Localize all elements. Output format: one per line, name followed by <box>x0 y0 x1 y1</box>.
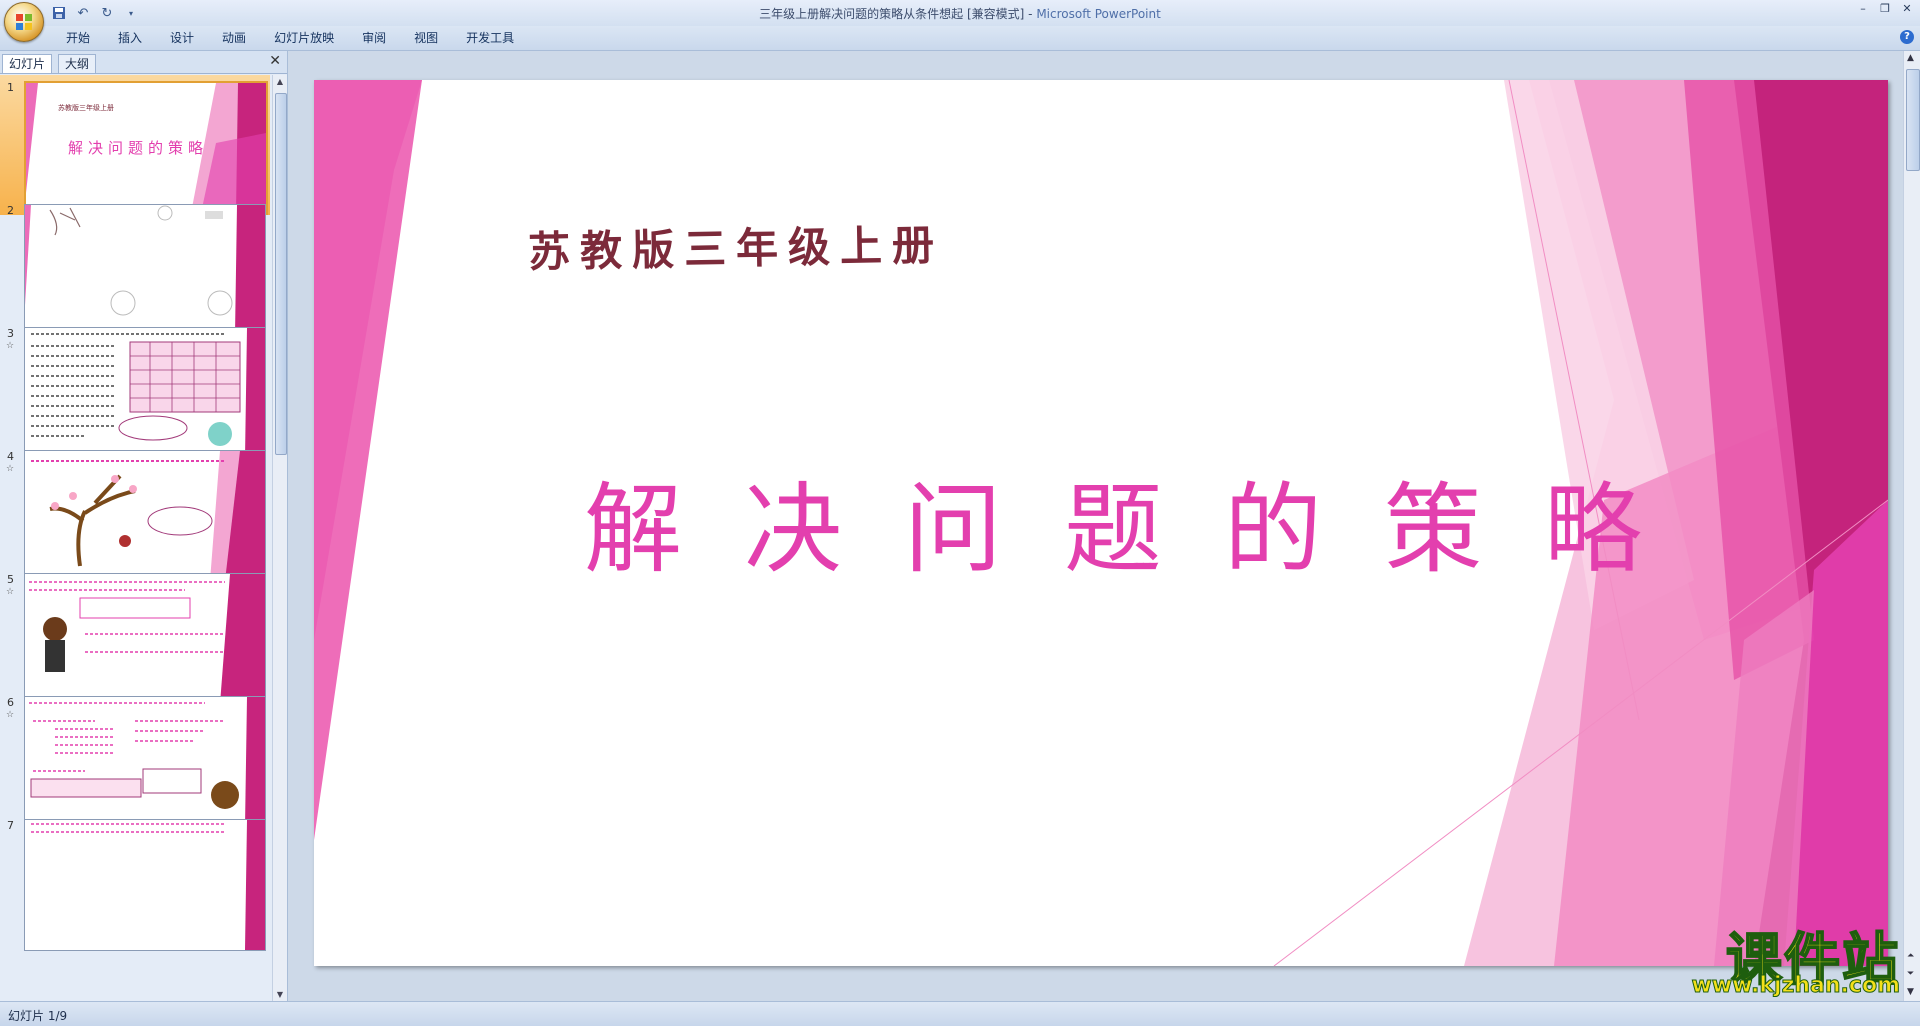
tab-insert[interactable]: 插入 <box>104 30 156 46</box>
thumbnail-graphic <box>25 451 265 581</box>
slide-title[interactable]: 解决问题的策略 <box>584 450 1704 592</box>
tab-view[interactable]: 视图 <box>400 30 452 46</box>
tab-review[interactable]: 审阅 <box>348 30 400 46</box>
thumbnail-row[interactable]: 6 ☆ <box>0 690 270 830</box>
ribbon-tab-bar: 开始 插入 设计 动画 幻灯片放映 审阅 视图 开发工具 ? <box>0 26 1920 51</box>
current-slide[interactable]: 苏教版三年级上册 解决问题的策略 <box>314 80 1888 966</box>
thumbnail-graphic <box>25 820 265 950</box>
tab-design[interactable]: 设计 <box>156 30 208 46</box>
thumbnail-number: 2 <box>7 204 14 217</box>
thumbnail-graphic: 苏教版三年级上册 解决问题的策略 <box>26 83 266 213</box>
panel-close-icon[interactable]: ✕ <box>269 53 281 69</box>
scroll-down-icon[interactable]: ▼ <box>1907 987 1914 997</box>
help-icon[interactable]: ? <box>1900 30 1914 44</box>
office-logo-icon <box>16 14 32 30</box>
animation-icon: ☆ <box>6 710 15 720</box>
slide-subtitle[interactable]: 苏教版三年级上册 <box>527 211 945 279</box>
thumbnail-number: 7 <box>7 819 14 832</box>
thumbnail-number: 6 <box>7 696 14 709</box>
thumbnail-subtitle: 苏教版三年级上册 <box>58 103 114 112</box>
slides-panel: 幻灯片 大纲 ✕ 1 苏教版三年级上册 解决问题的策略 2 3 ☆ 4 ☆ 5 … <box>0 51 288 1001</box>
window-title: 三年级上册解决问题的策略从条件想起 [兼容模式] - Microsoft Pow… <box>0 5 1920 22</box>
watermark-url: www.kjzhan.com <box>1691 973 1901 999</box>
slide-thumbnail[interactable] <box>24 204 266 336</box>
tab-outline[interactable]: 大纲 <box>58 54 97 73</box>
scroll-down-icon[interactable]: ▼ <box>275 990 285 999</box>
document-title: 三年级上册解决问题的策略从条件想起 [兼容模式] - <box>759 7 1037 21</box>
slide-thumbnail[interactable] <box>24 327 266 459</box>
tab-developer[interactable]: 开发工具 <box>452 30 528 46</box>
thumbnail-row[interactable]: 1 苏教版三年级上册 解决问题的策略 <box>0 75 270 215</box>
slide-scrollbar[interactable]: ▲ ⏶ ⏷ ▼ <box>1903 51 1920 1001</box>
thumbnail-number: 3 <box>7 327 14 340</box>
tab-slides[interactable]: 幻灯片 <box>2 54 53 73</box>
slide-counter: 幻灯片 1/9 <box>8 1009 68 1023</box>
thumbnail-row[interactable]: 2 <box>0 198 270 338</box>
animation-icon: ☆ <box>6 464 15 474</box>
office-button[interactable] <box>4 2 44 42</box>
panel-scrollbar[interactable]: ▲ ▼ <box>272 75 287 1001</box>
slide-thumbnail[interactable] <box>24 819 266 951</box>
panel-tabs: 幻灯片 大纲 ✕ <box>0 51 287 74</box>
next-slide-icon[interactable]: ⏷ <box>1907 969 1914 979</box>
slide-thumbnail[interactable]: 苏教版三年级上册 解决问题的策略 <box>24 81 268 215</box>
slide-thumbnail[interactable] <box>24 573 266 705</box>
tab-animations[interactable]: 动画 <box>208 30 260 46</box>
scrollbar-thumb[interactable] <box>275 93 287 455</box>
app-name: Microsoft PowerPoint <box>1036 7 1161 21</box>
thumbnail-number: 4 <box>7 450 14 463</box>
thumbnail-number: 1 <box>7 81 14 94</box>
minimize-button[interactable]: – <box>1856 2 1870 15</box>
animation-icon: ☆ <box>6 341 15 351</box>
thumbnail-graphic <box>25 205 265 335</box>
slide-thumbnail[interactable] <box>24 696 266 828</box>
thumbnail-graphic <box>25 574 265 704</box>
thumbnail-title: 解决问题的策略 <box>68 139 208 157</box>
scroll-up-icon[interactable]: ▲ <box>275 77 285 86</box>
thumbnail-row[interactable]: 7 <box>0 813 270 953</box>
restore-button[interactable]: ❐ <box>1878 2 1892 15</box>
previous-slide-icon[interactable]: ⏶ <box>1907 951 1914 961</box>
close-button[interactable]: ✕ <box>1900 2 1914 15</box>
title-bar: ↶ ↻ ▾ 三年级上册解决问题的策略从条件想起 [兼容模式] - Microso… <box>0 0 1920 42</box>
thumbnail-graphic <box>25 328 265 458</box>
slide-thumbnail[interactable] <box>24 450 266 582</box>
animation-icon: ☆ <box>6 587 15 597</box>
scroll-up-icon[interactable]: ▲ <box>1907 53 1914 63</box>
thumbnail-number: 5 <box>7 573 14 586</box>
scrollbar-thumb[interactable] <box>1906 69 1920 171</box>
tab-slide-show[interactable]: 幻灯片放映 <box>260 30 348 46</box>
window-controls: – ❐ ✕ <box>1856 2 1914 15</box>
tab-home[interactable]: 开始 <box>52 30 104 46</box>
thumbnail-row[interactable]: 3 ☆ <box>0 321 270 461</box>
watermark-logo: 课件站 www.kjzhan.com <box>1664 915 1901 999</box>
thumbnail-list: 1 苏教版三年级上册 解决问题的策略 2 3 ☆ 4 ☆ 5 ☆ 6 ☆ 7 <box>0 75 270 1001</box>
thumbnail-row[interactable]: 5 ☆ <box>0 567 270 707</box>
thumbnail-graphic <box>25 697 265 827</box>
status-bar: 幻灯片 1/9 <box>0 1001 1920 1026</box>
thumbnail-row[interactable]: 4 ☆ <box>0 444 270 584</box>
